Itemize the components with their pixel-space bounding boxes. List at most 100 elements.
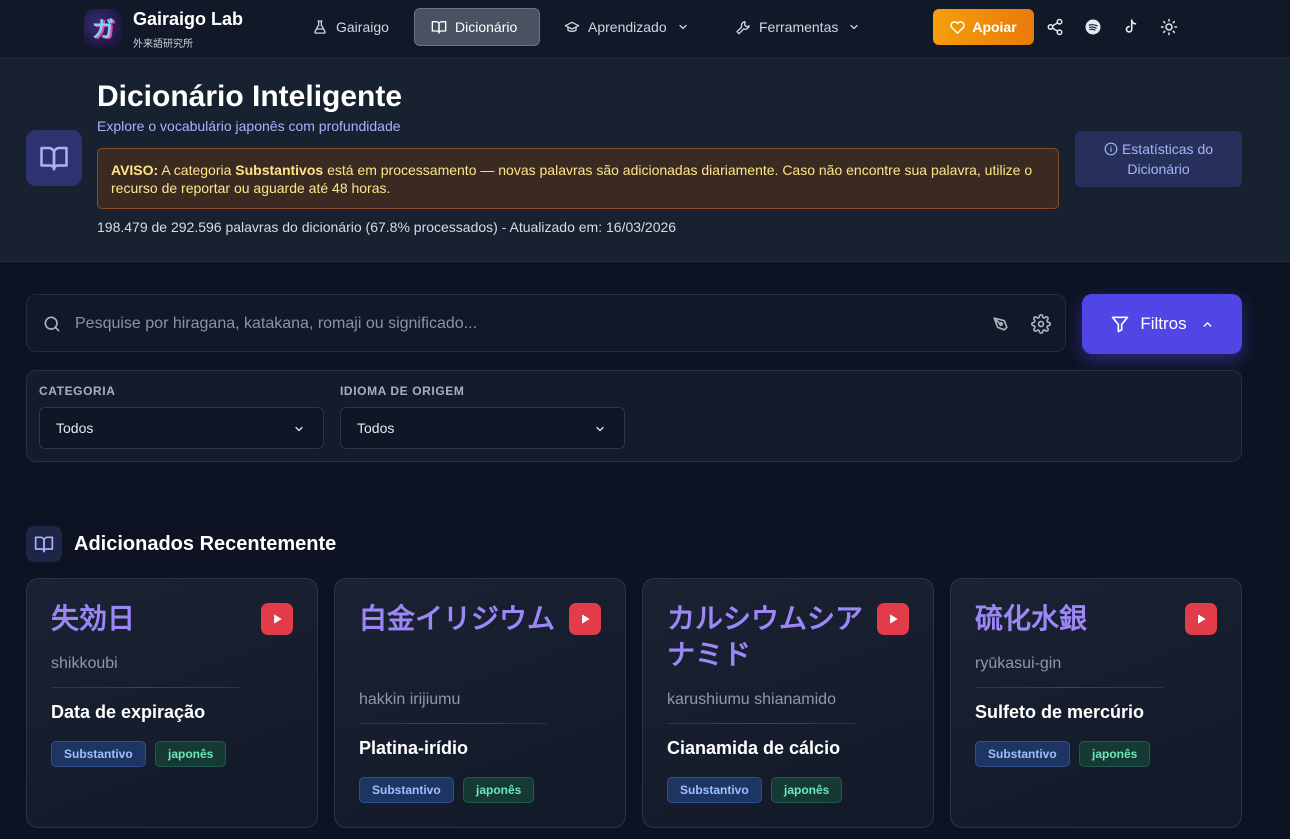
support-label: Apoiar <box>972 19 1017 35</box>
search-input[interactable] <box>75 307 955 341</box>
category-value: Todos <box>56 420 94 436</box>
word-card[interactable]: 失効日 shikkoubi Data de expiração Substant… <box>26 578 318 828</box>
origin-language-label: IDIOMA DE ORIGEM <box>340 384 465 398</box>
graduation-cap-icon <box>564 21 580 32</box>
share-button[interactable] <box>1044 16 1066 38</box>
play-audio-button[interactable] <box>877 603 909 635</box>
filter-panel: CATEGORIA Todos IDIOMA DE ORIGEM Todos <box>26 370 1242 462</box>
book-open-icon <box>40 146 68 171</box>
category-tag: Substantivo <box>51 741 146 767</box>
brand-subtitle: 外来語研究所 <box>133 39 193 50</box>
chevron-down-icon <box>295 426 303 432</box>
tiktok-icon <box>1125 19 1137 33</box>
filter-icon <box>1112 316 1129 333</box>
nav-dicionario-label: Dicionário <box>455 19 518 35</box>
top-navbar: ガ Gairaigo Lab 外来語研究所 Gairaigo Dicionári… <box>0 0 1290 58</box>
language-tag: japonês <box>1079 741 1151 767</box>
stats-button-content: Estatísticas do Dicionário <box>1085 139 1232 179</box>
book-icon <box>431 21 447 34</box>
handwriting-icon[interactable] <box>991 314 1011 334</box>
heart-icon <box>950 20 966 34</box>
warning-category: Substantivos <box>235 162 324 178</box>
card-divider <box>667 723 855 724</box>
nav-ferramentas[interactable]: Ferramentas <box>719 8 876 46</box>
search-icon <box>44 316 60 332</box>
recent-section-title: Adicionados Recentemente <box>74 533 337 555</box>
origin-language-value: Todos <box>357 420 395 436</box>
card-meaning: Sulfeto de mercúrio <box>975 702 1145 722</box>
logo[interactable]: ガ <box>84 9 122 47</box>
card-divider <box>51 687 239 688</box>
nav-gairaigo[interactable]: Gairaigo <box>296 8 405 46</box>
chevron-down-icon <box>596 426 604 432</box>
play-icon <box>1198 614 1206 624</box>
warning-text-before: A categoria <box>161 162 232 178</box>
filters-label: Filtros <box>1140 314 1187 333</box>
category-select[interactable]: Todos <box>39 407 324 449</box>
nav-dicionario[interactable]: Dicionário <box>414 8 540 46</box>
card-romaji: ryūkasui-gin <box>975 655 1062 672</box>
support-button[interactable]: Apoiar <box>933 9 1034 45</box>
dictionary-stats-button[interactable]: Estatísticas do Dicionário <box>1075 131 1242 187</box>
spotify-button[interactable] <box>1082 16 1104 38</box>
card-meaning: Data de expiração <box>51 702 206 722</box>
warning-prefix: AVISO: <box>111 162 159 178</box>
share-icon <box>1047 18 1063 36</box>
play-icon <box>274 614 282 624</box>
category-label: CATEGORIA <box>39 384 116 398</box>
sun-icon <box>1160 18 1178 36</box>
nav-ferramentas-label: Ferramentas <box>759 19 839 35</box>
gear-icon[interactable] <box>1031 314 1051 334</box>
play-audio-button[interactable] <box>1185 603 1217 635</box>
nav-aprendizado-label: Aprendizado <box>588 19 667 35</box>
origin-language-select[interactable]: Todos <box>340 407 625 449</box>
spotify-icon <box>1085 19 1101 35</box>
language-tag: japonês <box>155 741 227 767</box>
search-bar <box>26 294 1066 352</box>
tiktok-button[interactable] <box>1120 16 1142 38</box>
chevron-down-icon <box>850 24 858 30</box>
card-divider <box>359 723 547 724</box>
play-audio-button[interactable] <box>261 603 293 635</box>
play-audio-button[interactable] <box>569 603 601 635</box>
stats-button-label: Estatísticas do Dicionário <box>1121 141 1214 177</box>
filters-button[interactable]: Filtros <box>1082 294 1242 354</box>
card-meaning: Cianamida de cálcio <box>667 738 841 758</box>
card-meaning: Platina-irídio <box>359 738 469 758</box>
play-icon <box>582 614 590 624</box>
card-word: 硫化水銀 <box>975 602 1088 635</box>
card-romaji: hakkin irijiumu <box>359 691 461 708</box>
hero-section: Dicionário Inteligente Explore o vocabul… <box>0 58 1290 262</box>
wrench-icon <box>736 21 750 35</box>
card-word: カルシウムシアナミド <box>667 602 864 671</box>
page-subtitle: Explore o vocabulário japonês com profun… <box>97 118 401 134</box>
book-open-icon <box>34 536 54 553</box>
chevron-up-icon <box>1203 321 1212 327</box>
recent-section-badge <box>26 526 62 562</box>
processing-warning: AVISO: A categoria Substantivos está em … <box>97 148 1059 209</box>
word-card[interactable]: カルシウムシアナミド karushiumu shianamido Cianami… <box>642 578 934 828</box>
category-tag: Substantivo <box>359 777 454 803</box>
language-tag: japonês <box>771 777 843 803</box>
nav-gairaigo-label: Gairaigo <box>336 19 389 35</box>
info-icon <box>1104 142 1118 156</box>
category-tag: Substantivo <box>975 741 1070 767</box>
nav-aprendizado[interactable]: Aprendizado <box>548 8 705 46</box>
flask-icon <box>314 20 326 34</box>
theme-toggle-button[interactable] <box>1158 16 1180 38</box>
hero-book-badge <box>26 130 82 186</box>
card-divider <box>975 687 1163 688</box>
page-title: Dicionário Inteligente <box>97 80 403 113</box>
card-romaji: karushiumu shianamido <box>667 691 836 708</box>
play-icon <box>890 614 898 624</box>
card-romaji: shikkoubi <box>51 655 118 672</box>
dictionary-stats: 198.479 de 292.596 palavras do dicionári… <box>97 219 677 235</box>
language-tag: japonês <box>463 777 535 803</box>
brand-title[interactable]: Gairaigo Lab <box>133 9 243 30</box>
card-word: 白金イリジウム <box>359 602 556 635</box>
card-word: 失効日 <box>51 602 136 635</box>
category-tag: Substantivo <box>667 777 762 803</box>
word-card[interactable]: 白金イリジウム hakkin irijiumu Platina-irídio S… <box>334 578 626 828</box>
chevron-down-icon <box>679 24 687 30</box>
word-card[interactable]: 硫化水銀 ryūkasui-gin Sulfeto de mercúrio Su… <box>950 578 1242 828</box>
